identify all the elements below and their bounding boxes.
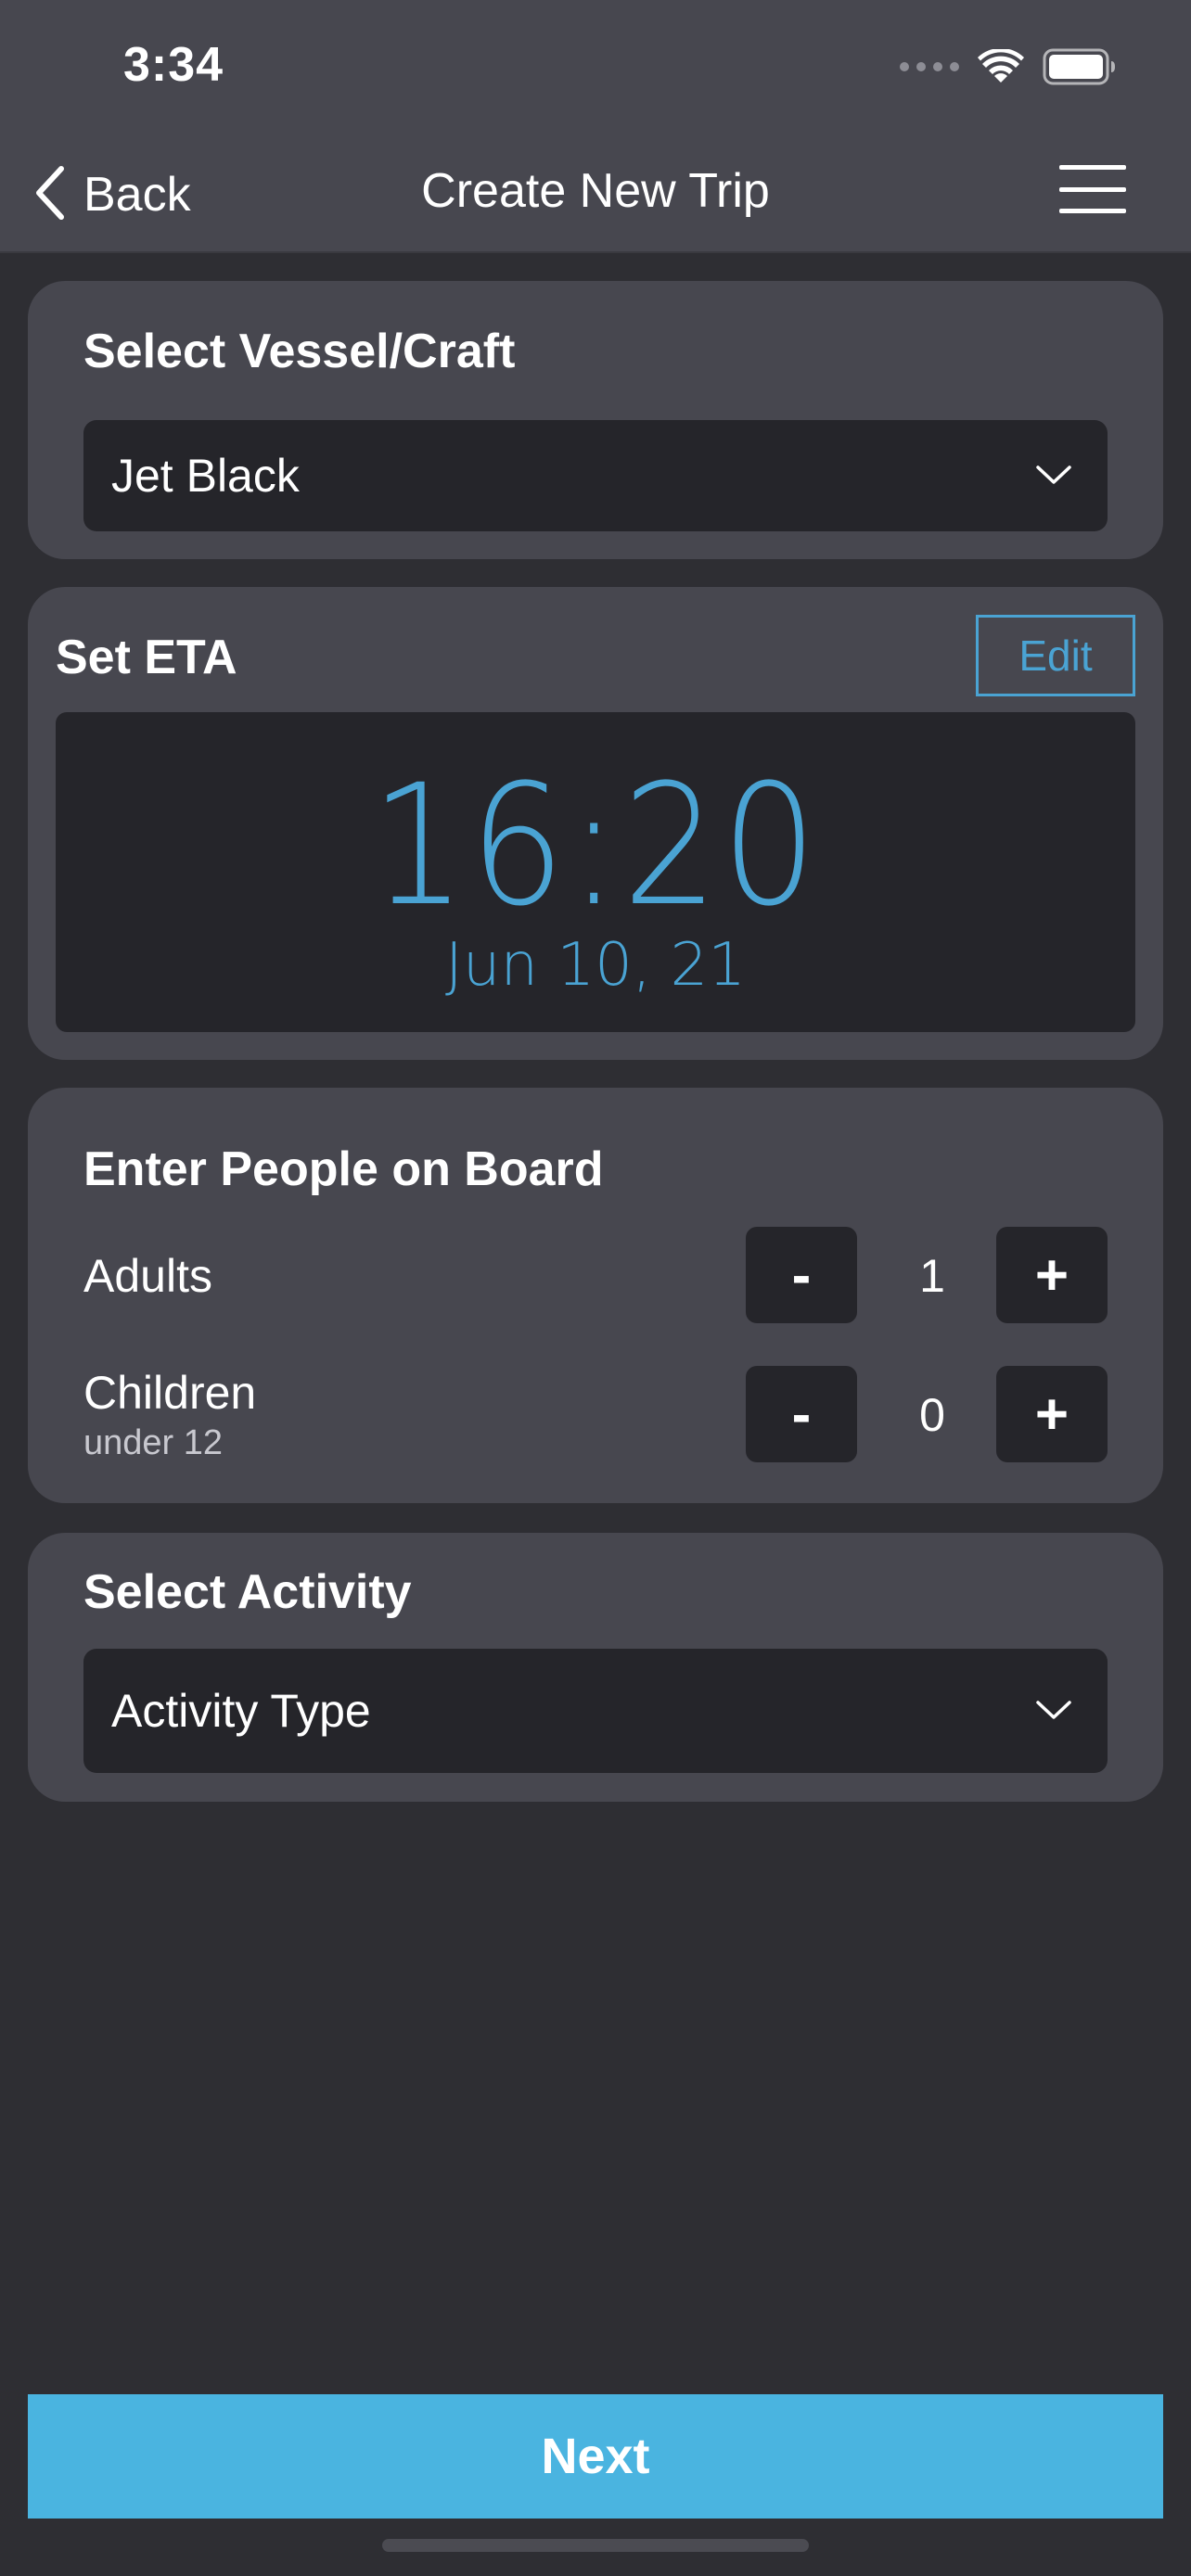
children-count: 0 — [919, 1389, 945, 1441]
eta-time: 16:20 — [370, 749, 821, 943]
chevron-down-icon — [1035, 1698, 1072, 1727]
activity-card: Select Activity Activity Type — [28, 1533, 1163, 1802]
status-icons — [900, 45, 1117, 89]
status-time: 3:34 — [123, 38, 224, 92]
battery-icon — [1043, 48, 1117, 85]
page-title: Create New Trip — [421, 164, 770, 218]
children-sublabel: under 12 — [83, 1423, 224, 1462]
adults-row: Adults - 1 + — [28, 1227, 1163, 1323]
people-title: Enter People on Board — [83, 1142, 604, 1196]
vessel-select[interactable]: Jet Black — [83, 420, 1108, 531]
screen: 3:34 Back Create New Trip Select Vessel/… — [0, 0, 1191, 2576]
adults-label: Adults — [83, 1250, 212, 1302]
eta-card: Set ETA Edit 16:20 Jun 10, 21 — [28, 587, 1163, 1060]
children-label: Children — [83, 1367, 257, 1419]
navigation-bar: Back Create New Trip — [0, 148, 1191, 241]
chevron-down-icon — [1035, 463, 1072, 491]
activity-title: Select Activity — [83, 1565, 412, 1619]
children-increment-button[interactable]: + — [996, 1366, 1108, 1462]
eta-date: Jun 10, 21 — [445, 931, 746, 1000]
hamburger-menu-icon[interactable] — [1059, 165, 1126, 213]
eta-display[interactable]: 16:20 Jun 10, 21 — [56, 712, 1135, 1032]
adults-count: 1 — [919, 1250, 945, 1302]
children-row: Children under 12 - 0 + — [28, 1366, 1163, 1462]
vessel-selected-value: Jet Black — [111, 450, 300, 502]
people-card: Enter People on Board Adults - 1 + Child… — [28, 1088, 1163, 1503]
adults-decrement-button[interactable]: - — [746, 1227, 857, 1323]
activity-select[interactable]: Activity Type — [83, 1649, 1108, 1773]
home-indicator[interactable] — [382, 2539, 809, 2552]
children-decrement-button[interactable]: - — [746, 1366, 857, 1462]
activity-placeholder: Activity Type — [111, 1685, 371, 1737]
cellular-dots-icon — [900, 62, 959, 71]
vessel-card: Select Vessel/Craft Jet Black — [28, 281, 1163, 559]
vessel-title: Select Vessel/Craft — [83, 325, 516, 378]
wifi-icon — [978, 49, 1024, 84]
next-button[interactable]: Next — [28, 2394, 1163, 2519]
eta-title: Set ETA — [56, 631, 237, 684]
top-bar: 3:34 Back Create New Trip — [0, 0, 1191, 253]
adults-increment-button[interactable]: + — [996, 1227, 1108, 1323]
edit-eta-button[interactable]: Edit — [976, 615, 1135, 696]
